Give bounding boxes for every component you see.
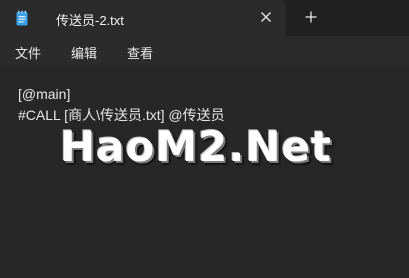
watermark-text: HaoM2.Net (60, 122, 333, 171)
menu-view[interactable]: 查看 (127, 43, 153, 62)
plus-icon[interactable] (303, 9, 319, 25)
tab-title: 传送员-2.txt (56, 13, 124, 28)
editor-line: [@main] (18, 86, 71, 102)
title-bar: 传送员-2.txt (0, 0, 409, 36)
menu-bar: 文件 编辑 查看 (0, 36, 409, 66)
document-tab[interactable]: 传送员-2.txt (0, 0, 286, 36)
menu-file[interactable]: 文件 (15, 43, 41, 62)
notepad-icon (16, 10, 28, 26)
menu-edit[interactable]: 编辑 (71, 43, 97, 62)
notepad-window: 传送员-2.txt 文件 编辑 查看 [@main] #CALL [商人\传送员… (0, 0, 409, 278)
close-icon[interactable] (258, 9, 274, 25)
text-editor[interactable]: [@main] #CALL [商人\传送员.txt] @传送员 HaoM2.Ne… (0, 66, 409, 278)
